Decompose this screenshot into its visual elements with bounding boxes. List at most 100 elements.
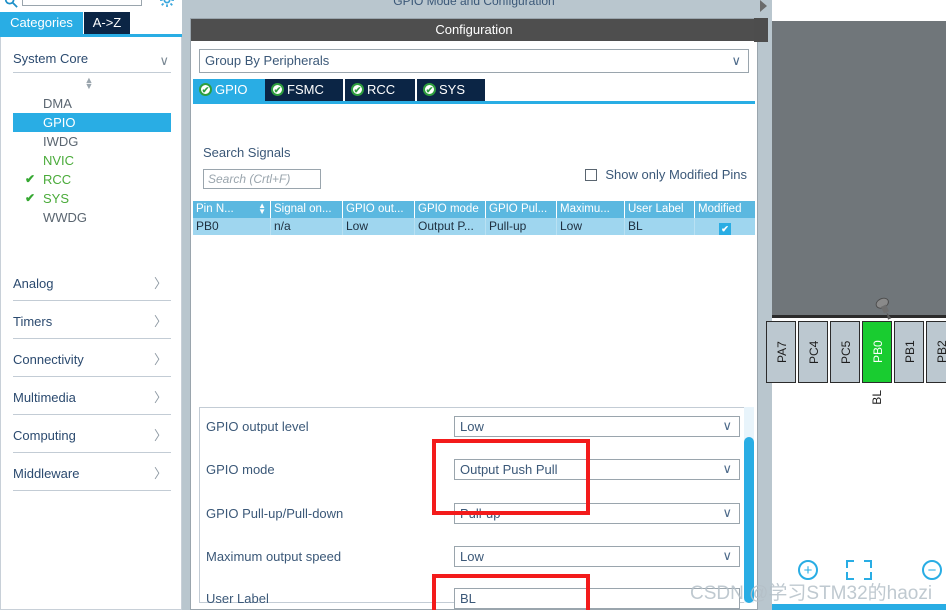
sidebar-group-connectivity[interactable]: Connectivity 〉: [13, 347, 171, 377]
check-circle-icon: ✔: [351, 83, 364, 96]
col-signal-on[interactable]: Signal on...: [271, 201, 343, 218]
checkbox-box: [584, 169, 597, 181]
sort-indicator-icon: ▲ ▼: [258, 201, 266, 216]
tab-label: FSMC: [287, 82, 324, 97]
signal-search-input[interactable]: Search (Crtl+F): [203, 169, 321, 189]
chip-panel-bottom-bar: [772, 604, 946, 610]
sidebar-group-computing[interactable]: Computing 〉: [13, 423, 171, 453]
sidebar-item-label: WWDG: [43, 210, 88, 225]
col-gpio-pull[interactable]: GPIO Pul...: [486, 201, 557, 218]
check-circle-icon: ✔: [423, 83, 436, 96]
col-modified[interactable]: Modified: [695, 201, 755, 218]
col-user-label[interactable]: User Label: [625, 201, 695, 218]
form-row-gpio-output-level: GPIO output level Low ∨: [200, 416, 750, 437]
tab-sys[interactable]: ✔ SYS: [417, 79, 485, 101]
pin-pb1[interactable]: PB1: [894, 321, 924, 383]
sidebar-search-input[interactable]: [22, 0, 142, 6]
form-row-maximum-output-speed: Maximum output speed Low ∨: [200, 546, 750, 567]
sidebar-group-timers[interactable]: Timers 〉: [13, 309, 171, 339]
show-only-modified-pins-checkbox[interactable]: Show only Modified Pins: [584, 167, 747, 182]
sidebar-item-sys[interactable]: ✔ SYS: [13, 189, 171, 208]
col-pin-name[interactable]: Pin N... ▲ ▼: [193, 201, 271, 218]
form-row-user-label: User Label BL: [200, 588, 750, 609]
sidebar-tabs: Categories A->Z: [0, 12, 182, 34]
sidebar-item-wwdg[interactable]: WWDG: [13, 208, 171, 227]
user-label-input[interactable]: BL: [454, 588, 740, 609]
sidebar-item-label: RCC: [43, 172, 72, 187]
cell-modified: ✔: [695, 218, 755, 235]
pin-pb2[interactable]: PB2: [926, 321, 946, 383]
gpio-mode-select[interactable]: Output Push Pull ∨: [454, 459, 740, 480]
chevron-right-icon: 〉: [153, 466, 167, 481]
sidebar-item-label: IWDG: [43, 134, 79, 149]
col-maximum-speed[interactable]: Maximu...: [557, 201, 625, 218]
pin-pa7[interactable]: PA7: [766, 321, 796, 383]
sidebar-group-multimedia[interactable]: Multimedia 〉: [13, 385, 171, 415]
pin-pc4[interactable]: PC4: [798, 321, 828, 383]
cell-pin-name: PB0: [193, 218, 271, 235]
sidebar-group-label: Middleware: [13, 466, 80, 481]
gpio-pull-select[interactable]: Pull-up ∨: [454, 503, 740, 524]
search-icon[interactable]: [4, 0, 18, 8]
tab-categories[interactable]: Categories: [0, 12, 83, 34]
sidebar-group-label: Timers: [13, 314, 53, 329]
table-row[interactable]: PB0 n/a Low Output P... Pull-up Low BL ✔: [193, 218, 755, 235]
search-signals-label: Search Signals: [203, 145, 291, 160]
chip-package-body: [772, 21, 946, 318]
signals-table: Pin N... ▲ ▼ Signal on... GPIO out... GPI…: [193, 201, 755, 235]
check-circle-icon: ✔: [199, 83, 212, 96]
checkbox-checked-icon[interactable]: ✔: [719, 223, 731, 235]
cell-maximum-speed: Low: [557, 218, 625, 235]
panel-divider[interactable]: [754, 0, 772, 610]
tab-a-to-z[interactable]: A->Z: [84, 12, 130, 34]
cell-user-label: BL: [625, 218, 695, 235]
tab-gpio[interactable]: ✔ GPIO: [193, 79, 265, 101]
col-gpio-mode[interactable]: GPIO mode: [415, 201, 486, 218]
sidebar-group-middleware[interactable]: Middleware 〉: [13, 461, 171, 491]
col-gpio-output[interactable]: GPIO out...: [343, 201, 415, 218]
chevron-down-icon: ∨: [722, 505, 732, 520]
sidebar-group-analog[interactable]: Analog 〉: [13, 271, 171, 301]
sidebar-item-gpio[interactable]: GPIO: [13, 113, 171, 132]
zoom-out-icon[interactable]: −: [922, 560, 942, 580]
pin-user-label: BL: [870, 390, 884, 405]
chevron-right-icon: 〉: [153, 276, 167, 291]
sidebar-group-system-core[interactable]: System Core ∨: [13, 49, 171, 73]
sidebar-item-label: GPIO: [43, 115, 76, 130]
sidebar-body: System Core ∨ ▲ ▼ DMA GPIO IWDG NVIC ✔ R…: [0, 37, 182, 610]
gpio-output-level-select[interactable]: Low ∨: [454, 416, 740, 437]
group-by-select[interactable]: Group By Peripherals ∨: [199, 49, 749, 73]
form-row-gpio-pull: GPIO Pull-up/Pull-down Pull-up ∨: [200, 503, 750, 524]
cell-gpio-mode: Output P...: [415, 218, 486, 235]
cell-gpio-pull: Pull-up: [486, 218, 557, 235]
sidebar-item-label: NVIC: [43, 153, 75, 168]
cell-signal-on: n/a: [271, 218, 343, 235]
collapse-arrow-icon[interactable]: [760, 0, 767, 12]
app-root: Categories A->Z System Core ∨ ▲ ▼ DMA GPI…: [0, 0, 946, 610]
sidebar-item-rcc[interactable]: ✔ RCC: [13, 170, 171, 189]
sidebar-item-nvic[interactable]: NVIC: [13, 151, 171, 170]
field-value: BL: [460, 591, 476, 606]
maximum-output-speed-select[interactable]: Low ∨: [454, 546, 740, 567]
tab-fsmc[interactable]: ✔ FSMC: [265, 79, 343, 101]
form-scrollbar-thumb[interactable]: [744, 437, 754, 603]
zoom-in-icon[interactable]: +: [798, 560, 818, 580]
pin-pb0[interactable]: PB0: [862, 321, 892, 383]
gear-icon[interactable]: [160, 0, 174, 7]
chevron-right-icon: 〉: [153, 314, 167, 329]
sidebar-item-dma[interactable]: DMA: [13, 94, 171, 113]
tab-label: RCC: [367, 82, 396, 97]
field-label: GPIO mode: [206, 462, 275, 477]
configuration-container: Configuration Group By Peripherals ∨ ✔ G…: [190, 18, 758, 610]
field-label: GPIO Pull-up/Pull-down: [206, 506, 344, 521]
field-label: GPIO output level: [206, 419, 309, 434]
tab-rcc[interactable]: ✔ RCC: [345, 79, 415, 101]
group-by-value: Group By Peripherals: [205, 53, 330, 68]
list-scroll-arrows[interactable]: ▲ ▼: [81, 76, 97, 91]
peripheral-list: DMA GPIO IWDG NVIC ✔ RCC ✔ SYS WWDG: [13, 94, 171, 227]
pin-pc5[interactable]: PC5: [830, 321, 860, 383]
fit-to-screen-icon[interactable]: [846, 560, 872, 580]
sidebar-group-label: System Core: [13, 51, 89, 66]
sidebar-group-label: Multimedia: [13, 390, 76, 405]
sidebar-item-iwdg[interactable]: IWDG: [13, 132, 171, 151]
